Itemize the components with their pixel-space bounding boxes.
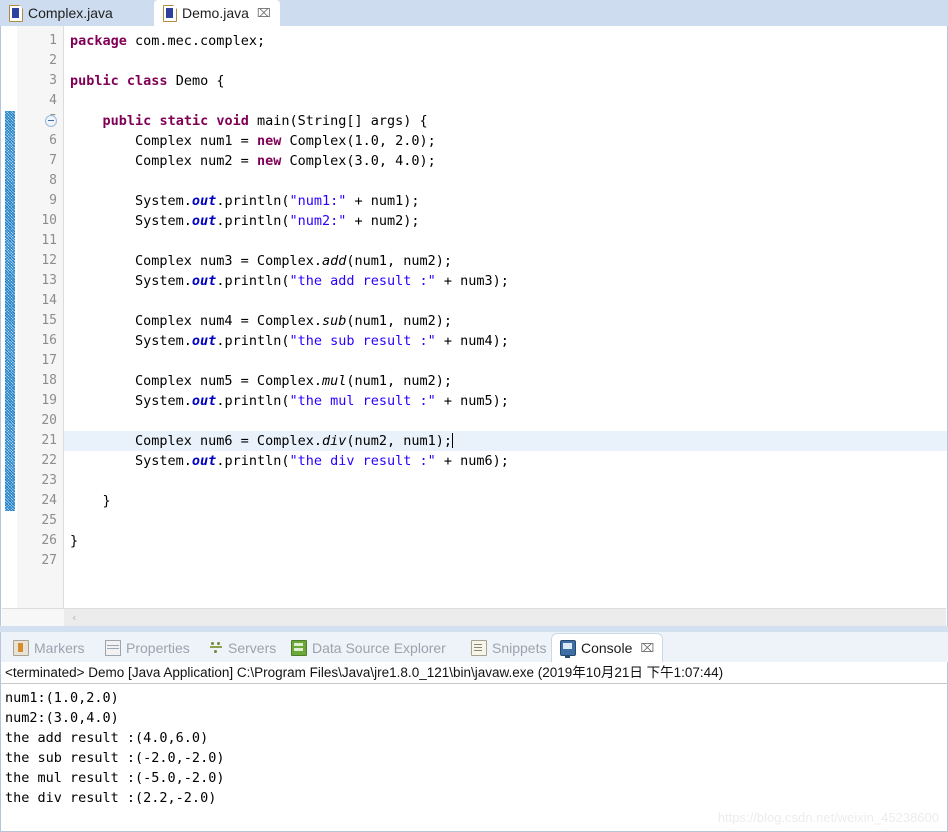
- line-number: 25: [41, 513, 57, 528]
- view-tab-console[interactable]: Console ⌧: [552, 634, 663, 662]
- line-number: 24: [41, 493, 57, 508]
- view-tab-label: Snippets: [492, 640, 547, 656]
- line-number: 14: [41, 293, 57, 308]
- eclipse-workbench: Complex.java Demo.java ⌧ package com.mec…: [0, 0, 948, 832]
- line-number: 26: [41, 533, 57, 548]
- view-tab-label: Markers: [34, 640, 85, 656]
- code-line-text[interactable]: System.out.println("the mul result :" + …: [70, 391, 509, 411]
- change-bar: [5, 111, 15, 511]
- code-line[interactable]: [64, 551, 947, 571]
- editor-tab-complex[interactable]: Complex.java: [0, 0, 122, 26]
- line-number: 19: [41, 393, 57, 408]
- bottom-view-stack: Markers Properties Servers Data Source Expl…: [0, 632, 948, 832]
- code-line[interactable]: [64, 511, 947, 531]
- data-source-explorer-icon: [291, 640, 307, 656]
- line-number: 15: [41, 313, 57, 328]
- line-number: 22: [41, 453, 57, 468]
- editor-tab-label: Demo.java: [182, 5, 249, 21]
- line-number: 20: [41, 413, 57, 428]
- code-line-text[interactable]: public class Demo {: [70, 71, 224, 91]
- code-line-text[interactable]: public static void main(String[] args) {: [70, 111, 428, 131]
- editor-tab-bar: Complex.java Demo.java ⌧: [0, 0, 948, 26]
- properties-icon: [105, 640, 121, 656]
- code-text-area[interactable]: package com.mec.complex; public class Dem…: [64, 26, 947, 626]
- close-icon[interactable]: ⌧: [640, 642, 654, 654]
- line-number: 7: [49, 153, 57, 168]
- code-line-text[interactable]: System.out.println("the add result :" + …: [70, 271, 509, 291]
- console-icon: [560, 640, 576, 658]
- editor-horizontal-scrollbar[interactable]: ‹: [2, 608, 946, 626]
- line-number: 21: [41, 433, 57, 448]
- code-line-text[interactable]: System.out.println("the sub result :" + …: [70, 331, 509, 351]
- code-line[interactable]: [64, 171, 947, 191]
- code-line[interactable]: [64, 471, 947, 491]
- view-tab-data-source-explorer[interactable]: Data Source Explorer: [283, 634, 454, 662]
- code-line-text[interactable]: Complex num1 = new Complex(1.0, 2.0);: [70, 131, 436, 151]
- annotation-ruler[interactable]: [1, 26, 17, 626]
- code-line[interactable]: [64, 231, 947, 251]
- line-number: 17: [41, 353, 57, 368]
- view-tab-label: Servers: [228, 640, 277, 656]
- line-number: 27: [41, 553, 57, 568]
- chevron-left-icon[interactable]: ‹: [72, 612, 76, 623]
- console-process-label: <terminated> Demo [Java Application] C:\…: [1, 662, 947, 684]
- line-number: 3: [49, 73, 57, 88]
- java-file-icon: [163, 4, 177, 22]
- close-icon[interactable]: ⌧: [257, 7, 271, 19]
- snippets-icon: [471, 640, 487, 656]
- code-line-text[interactable]: }: [70, 491, 111, 511]
- line-number: 6: [49, 133, 57, 148]
- code-line[interactable]: [64, 491, 947, 511]
- code-line-text[interactable]: System.out.println("num1:" + num1);: [70, 191, 420, 211]
- code-line-text[interactable]: Complex num6 = Complex.div(num2, num1);: [70, 431, 454, 451]
- console-view[interactable]: <terminated> Demo [Java Application] C:\…: [1, 662, 947, 831]
- view-tab-bar: Markers Properties Servers Data Source Expl…: [1, 632, 948, 663]
- line-number: 4: [49, 93, 57, 108]
- watermark-text: https://blog.csdn.net/weixin_45238600: [717, 810, 939, 825]
- code-line-text[interactable]: Complex num4 = Complex.sub(num1, num2);: [70, 311, 452, 331]
- code-line-text[interactable]: Complex num5 = Complex.mul(num1, num2);: [70, 371, 452, 391]
- java-file-icon: [9, 4, 23, 22]
- code-line-text[interactable]: System.out.println("the div result :" + …: [70, 451, 509, 471]
- line-number: 16: [41, 333, 57, 348]
- view-tab-label: Data Source Explorer: [312, 640, 446, 656]
- markers-icon: [13, 640, 29, 656]
- code-line-text[interactable]: System.out.println("num2:" + num2);: [70, 211, 420, 231]
- editor-tab-label: Complex.java: [28, 5, 113, 21]
- fold-collapse-icon[interactable]: [45, 115, 57, 127]
- code-line[interactable]: [64, 51, 947, 71]
- code-line-text[interactable]: Complex num2 = new Complex(3.0, 4.0);: [70, 151, 436, 171]
- view-tab-properties[interactable]: Properties: [97, 634, 198, 662]
- code-line-text[interactable]: Complex num3 = Complex.add(num1, num2);: [70, 251, 452, 271]
- line-number: 12: [41, 253, 57, 268]
- line-number: 10: [41, 213, 57, 228]
- line-number: 18: [41, 373, 57, 388]
- code-line-text[interactable]: }: [70, 531, 78, 551]
- view-tab-snippets[interactable]: Snippets: [463, 634, 554, 662]
- view-tab-servers[interactable]: Servers: [201, 634, 284, 662]
- line-number: 23: [41, 473, 57, 488]
- view-tab-markers[interactable]: Markers: [5, 634, 93, 662]
- code-line[interactable]: [64, 351, 947, 371]
- line-number: 1: [49, 33, 57, 48]
- line-number: 11: [41, 233, 57, 248]
- editor-tab-demo[interactable]: Demo.java ⌧: [154, 0, 280, 26]
- code-line[interactable]: [64, 291, 947, 311]
- line-number: 13: [41, 273, 57, 288]
- line-number: 9: [49, 193, 57, 208]
- code-line[interactable]: [64, 411, 947, 431]
- java-source-editor[interactable]: package com.mec.complex; public class Dem…: [0, 26, 948, 626]
- view-tab-label: Properties: [126, 640, 190, 656]
- line-number: 8: [49, 173, 57, 188]
- code-line-text[interactable]: package com.mec.complex;: [70, 31, 265, 51]
- code-line[interactable]: [64, 91, 947, 111]
- servers-icon: [209, 641, 223, 655]
- line-number: 2: [49, 53, 57, 68]
- code-line[interactable]: [64, 531, 947, 551]
- scrollbar-corner: [2, 609, 64, 626]
- view-tab-label: Console: [581, 640, 633, 656]
